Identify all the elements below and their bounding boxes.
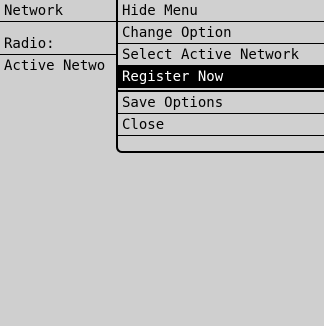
menu-item-register-now[interactable]: Register Now bbox=[118, 66, 324, 88]
menu-item-save-options[interactable]: Save Options bbox=[118, 92, 324, 114]
options-menu: Hide Menu Change Option Select Active Ne… bbox=[116, 0, 324, 153]
menu-item-hide-menu[interactable]: Hide Menu bbox=[118, 0, 324, 22]
screen: Network Radio: Active Netwo Hide Menu Ch… bbox=[0, 0, 324, 326]
menu-item-select-active-network[interactable]: Select Active Network bbox=[118, 44, 324, 66]
menu-item-close[interactable]: Close bbox=[118, 114, 324, 136]
menu-item-change-option[interactable]: Change Option bbox=[118, 22, 324, 44]
